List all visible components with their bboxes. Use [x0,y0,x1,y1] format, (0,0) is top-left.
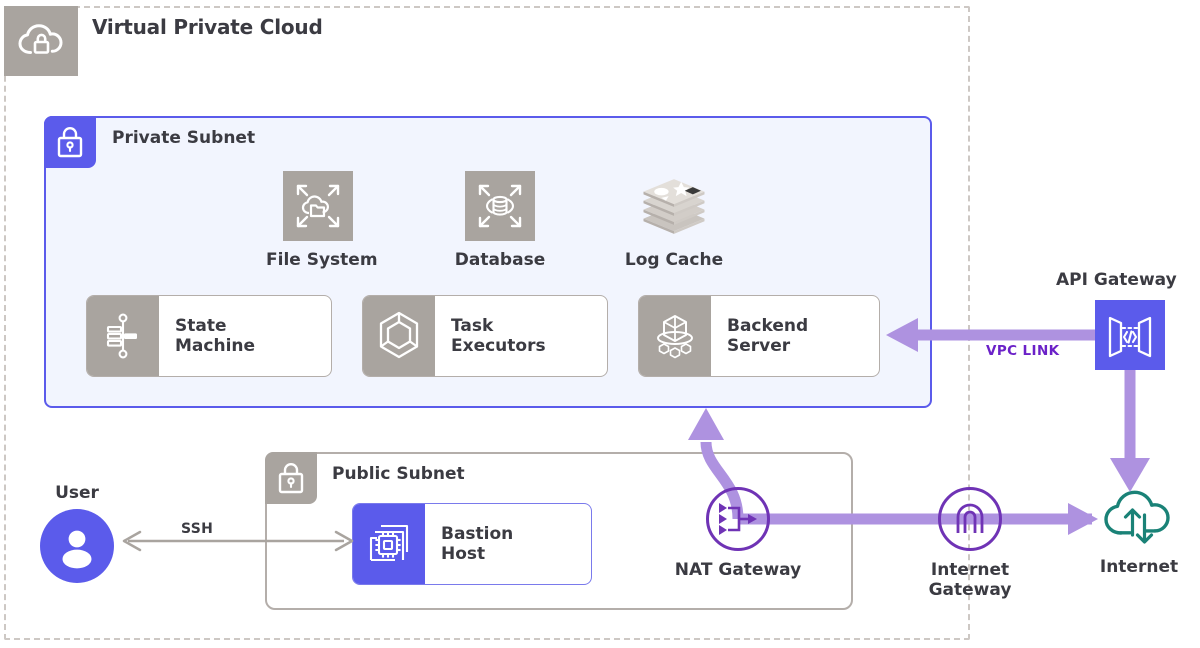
diagram-canvas: Virtual Private Cloud Private Subnet Fil… [0,0,1200,648]
connector-layer-background [122,318,1150,552]
nat-gateway-icon [706,487,770,551]
internet-gateway-icon [938,487,1002,551]
api-gateway-icon[interactable] [1095,300,1165,370]
